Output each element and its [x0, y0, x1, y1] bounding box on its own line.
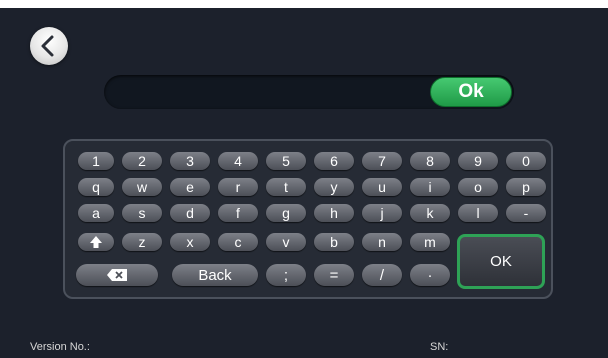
key-l[interactable]: l	[458, 204, 498, 222]
key-e[interactable]: e	[170, 178, 210, 196]
key-p[interactable]: p	[506, 178, 546, 196]
key-slash[interactable]: /	[362, 264, 402, 286]
back-button[interactable]	[30, 27, 68, 65]
key-i[interactable]: i	[410, 178, 450, 196]
backspace-icon	[107, 269, 127, 281]
key-m[interactable]: m	[410, 233, 450, 251]
key-9[interactable]: 9	[458, 152, 498, 170]
key-4[interactable]: 4	[218, 152, 258, 170]
key-g[interactable]: g	[266, 204, 306, 222]
key-1[interactable]: 1	[78, 152, 114, 170]
top-strip	[0, 0, 608, 8]
key-h[interactable]: h	[314, 204, 354, 222]
key-c[interactable]: c	[218, 233, 258, 251]
key-dot[interactable]: ·	[410, 264, 450, 286]
key-semicolon[interactable]: ;	[266, 264, 306, 286]
key-2[interactable]: 2	[122, 152, 162, 170]
key-0[interactable]: 0	[506, 152, 546, 170]
key-n[interactable]: n	[362, 233, 402, 251]
key-d[interactable]: d	[170, 204, 210, 222]
key-k[interactable]: k	[410, 204, 450, 222]
key-z[interactable]: z	[122, 233, 162, 251]
key-s[interactable]: s	[122, 204, 162, 222]
key-t[interactable]: t	[266, 178, 306, 196]
key-b[interactable]: b	[314, 233, 354, 251]
key-f[interactable]: f	[218, 204, 258, 222]
key-r[interactable]: r	[218, 178, 258, 196]
key-6[interactable]: 6	[314, 152, 354, 170]
key-j[interactable]: j	[362, 204, 402, 222]
key-7[interactable]: 7	[362, 152, 402, 170]
version-label: Version No.:	[30, 341, 90, 353]
key-x[interactable]: x	[170, 233, 210, 251]
confirm-ok-button[interactable]: Ok	[430, 77, 512, 107]
key-u[interactable]: u	[362, 178, 402, 196]
key-v[interactable]: v	[266, 233, 306, 251]
key-y[interactable]: y	[314, 178, 354, 196]
text-input[interactable]	[118, 81, 418, 103]
key-o[interactable]: o	[458, 178, 498, 196]
key-8[interactable]: 8	[410, 152, 450, 170]
sn-label: SN:	[430, 341, 449, 353]
key-w[interactable]: w	[122, 178, 162, 196]
chevron-left-icon	[41, 35, 54, 57]
key-q[interactable]: q	[78, 178, 114, 196]
key-equals[interactable]: =	[314, 264, 354, 286]
key-3[interactable]: 3	[170, 152, 210, 170]
back-key[interactable]: Back	[172, 264, 258, 286]
key-5[interactable]: 5	[266, 152, 306, 170]
backspace-key[interactable]	[76, 264, 158, 286]
key-dash[interactable]: -	[506, 204, 546, 222]
text-input-bar: Ok	[104, 75, 514, 109]
shift-arrow-icon	[90, 236, 102, 248]
keyboard-ok-button[interactable]: OK	[457, 234, 545, 289]
key-a[interactable]: a	[78, 204, 114, 222]
shift-key[interactable]	[78, 233, 114, 251]
